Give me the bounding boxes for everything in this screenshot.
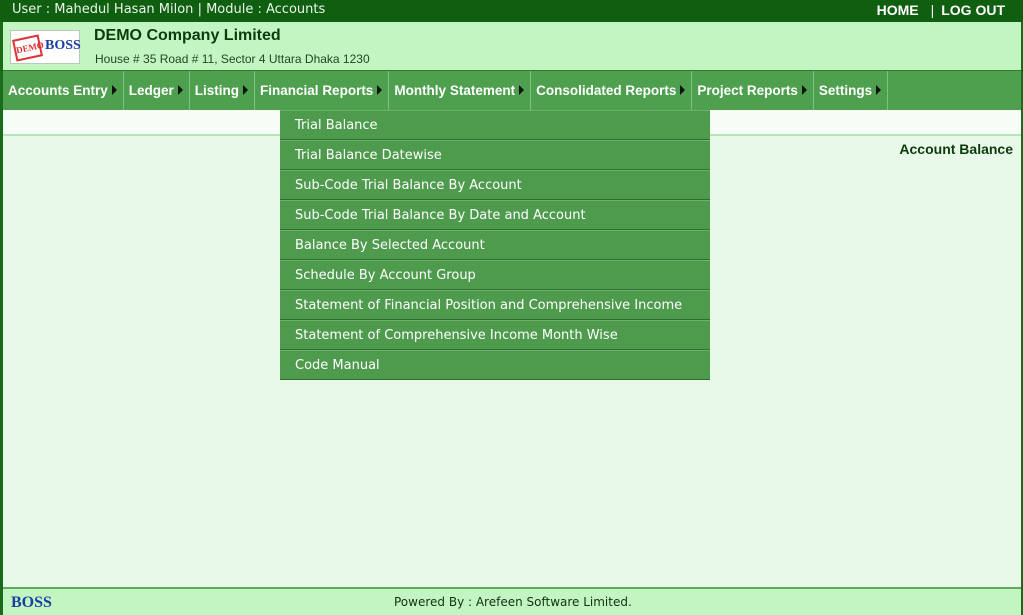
account-balance-link[interactable]: Account Balance — [899, 141, 1013, 157]
nav-label: Consolidated Reports — [536, 83, 677, 98]
nav-label: Listing — [194, 83, 240, 98]
nav-label: Project Reports — [697, 83, 798, 98]
demo-stamp-logo: DEMO — [12, 34, 45, 62]
caret-right-icon — [111, 85, 117, 96]
caret-right-icon — [519, 85, 525, 96]
nav-project-reports[interactable]: Project Reports — [692, 71, 814, 111]
nav-label: Accounts Entry — [8, 83, 108, 98]
financial-reports-dropdown: Trial Balance Trial Balance Datewise Sub… — [280, 110, 710, 380]
user-module-info: User : Mahedul Hasan Milon | Module : Ac… — [12, 2, 325, 17]
nav-label: Ledger — [128, 83, 174, 98]
nav-consolidated-reports[interactable]: Consolidated Reports — [531, 71, 693, 111]
top-links: HOME | LOG OUT — [877, 2, 1005, 18]
nav-accounts-entry[interactable]: Accounts Entry — [3, 71, 124, 111]
menu-item-subcode-tb-by-account[interactable]: Sub-Code Trial Balance By Account — [280, 170, 710, 200]
company-address: House # 35 Road # 11, Sector 4 Uttara Dh… — [95, 52, 370, 66]
caret-right-icon — [243, 85, 249, 96]
nav-label: Financial Reports — [260, 83, 374, 98]
link-separator: | — [930, 2, 935, 18]
nav-label: Monthly Statement — [394, 83, 516, 98]
caret-right-icon — [177, 85, 183, 96]
main-nav: Accounts Entry Ledger Listing Financial … — [3, 70, 1021, 111]
menu-item-subcode-tb-by-date-account[interactable]: Sub-Code Trial Balance By Date and Accou… — [280, 200, 710, 230]
user-name: User : Mahedul Hasan Milon — [12, 2, 194, 17]
nav-monthly-statement[interactable]: Monthly Statement — [389, 71, 532, 111]
menu-item-comprehensive-income-monthwise[interactable]: Statement of Comprehensive Income Month … — [280, 320, 710, 350]
top-bar: User : Mahedul Hasan Milon | Module : Ac… — [0, 0, 1023, 22]
caret-right-icon — [377, 85, 383, 96]
nav-label: Settings — [818, 83, 873, 98]
nav-listing[interactable]: Listing — [190, 71, 256, 111]
caret-right-icon — [801, 85, 807, 96]
menu-item-statement-financial-position[interactable]: Statement of Financial Position and Comp… — [280, 290, 710, 320]
company-logo: DEMO BOSS — [10, 30, 81, 64]
powered-by-text: Powered By : Arefeen Software Limited. — [394, 595, 632, 609]
company-name: DEMO Company Limited — [94, 27, 281, 44]
caret-right-icon — [876, 85, 882, 96]
nav-ledger[interactable]: Ledger — [124, 71, 190, 111]
home-link[interactable]: HOME — [877, 2, 919, 18]
boss-logo: BOSS — [45, 38, 81, 53]
module-name: | Module : Accounts — [197, 2, 326, 17]
nav-settings[interactable]: Settings — [814, 71, 889, 111]
menu-item-code-manual[interactable]: Code Manual — [280, 350, 710, 380]
header: DEMO BOSS DEMO Company Limited House # 3… — [3, 22, 1021, 70]
menu-item-trial-balance[interactable]: Trial Balance — [280, 110, 710, 140]
footer: BOSS Powered By : Arefeen Software Limit… — [3, 587, 1021, 615]
menu-item-trial-balance-datewise[interactable]: Trial Balance Datewise — [280, 140, 710, 170]
caret-right-icon — [680, 85, 686, 96]
menu-item-balance-by-selected-account[interactable]: Balance By Selected Account — [280, 230, 710, 260]
nav-financial-reports[interactable]: Financial Reports — [255, 71, 390, 111]
footer-boss-logo: BOSS — [11, 594, 52, 611]
logout-link[interactable]: LOG OUT — [941, 2, 1005, 18]
menu-item-schedule-by-account-group[interactable]: Schedule By Account Group — [280, 260, 710, 290]
